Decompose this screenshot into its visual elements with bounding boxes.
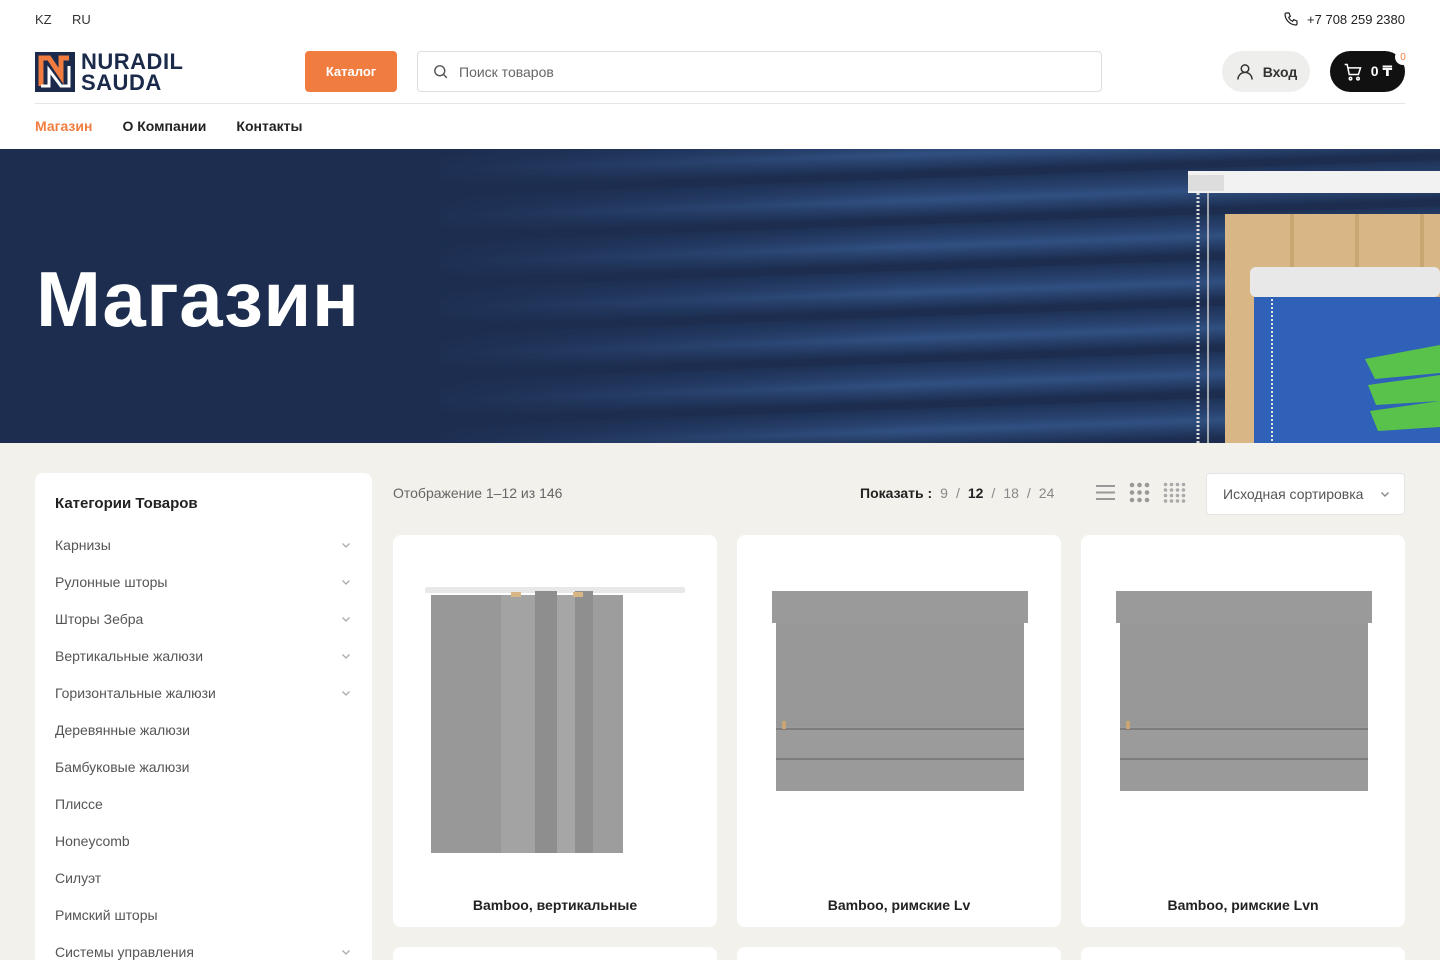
category-label: Плиссе: [55, 795, 103, 812]
category-item[interactable]: Римский шторы: [55, 896, 352, 933]
per-page-selector: Показать : 9 / 12 / 18 / 24: [860, 485, 1054, 501]
category-label: Римский шторы: [55, 906, 158, 923]
login-button[interactable]: Вход: [1222, 51, 1310, 92]
chevron-down-icon: [1381, 492, 1389, 497]
grid-3-view-icon[interactable]: [1129, 482, 1150, 503]
phone-number: +7 708 259 2380: [1307, 11, 1405, 27]
sidebar-title: Категории Товаров: [55, 495, 198, 512]
category-item[interactable]: Деревянные жалюзи: [55, 711, 352, 748]
category-label: Системы управления: [55, 943, 194, 960]
category-label: Горизонтальные жалюзи: [55, 684, 216, 701]
page-title: Магазин: [36, 255, 360, 343]
category-item[interactable]: Honeycomb: [55, 822, 352, 859]
logo-line2: SAUDA: [81, 70, 162, 95]
category-label: Силуэт: [55, 869, 102, 886]
header: NURADIL SAUDA Каталог Вход 0 ₸ 0 Магазин…: [0, 40, 1440, 149]
logo-text: NURADIL SAUDA: [81, 49, 184, 95]
lang-ru-link[interactable]: RU: [72, 12, 91, 27]
per-page-separator: /: [955, 485, 960, 501]
list-view-icon[interactable]: [1095, 482, 1116, 503]
category-label: Рулонные шторы: [55, 573, 168, 590]
product-card[interactable]: Bamboo, римские Lv: [737, 535, 1061, 927]
product-card[interactable]: [1081, 947, 1405, 960]
search-icon: [434, 65, 448, 79]
phone-icon: [1284, 12, 1298, 26]
logo[interactable]: NURADIL SAUDA: [35, 49, 184, 95]
header-divider: [35, 103, 1405, 104]
chevron-down-icon[interactable]: [340, 539, 352, 551]
product-title[interactable]: Bamboo, римские Lv: [737, 897, 1061, 913]
nav-item-shop[interactable]: Магазин: [35, 118, 92, 134]
cart-total: 0 ₸: [1370, 63, 1393, 79]
category-label: Шторы Зебра: [55, 610, 144, 627]
product-title[interactable]: Bamboo, римские Lvn: [1081, 897, 1405, 913]
logo-line1: NURADIL: [81, 49, 184, 74]
per-page-separator: /: [991, 485, 996, 501]
top-bar: KZ RU +7 708 259 2380: [0, 0, 1440, 40]
category-sidebar: Категории Товаров Карнизы Рулонные шторы Ш…: [35, 473, 372, 960]
category-item[interactable]: Карнизы: [55, 526, 352, 563]
category-item[interactable]: Бамбуковые жалюзи: [55, 748, 352, 785]
category-item[interactable]: Горизонтальные жалюзи: [55, 674, 352, 711]
category-label: Honeycomb: [55, 832, 130, 849]
category-item[interactable]: Системы управления: [55, 933, 352, 960]
phone-link[interactable]: +7 708 259 2380: [1283, 11, 1405, 27]
chevron-down-icon[interactable]: [340, 576, 352, 588]
grid-4-view-icon[interactable]: [1163, 482, 1186, 503]
chevron-down-icon[interactable]: [340, 650, 352, 662]
result-count: Отображение 1–12 из 146: [393, 485, 563, 501]
cart-button[interactable]: 0 ₸: [1330, 51, 1405, 92]
category-item[interactable]: Силуэт: [55, 859, 352, 896]
category-item[interactable]: Рулонные шторы: [55, 563, 352, 600]
product-card[interactable]: Bamboo, римские Lvn: [1081, 535, 1405, 927]
category-item[interactable]: Плиссе: [55, 785, 352, 822]
chevron-down-icon[interactable]: [340, 613, 352, 625]
nav-item-contacts[interactable]: Контакты: [236, 118, 302, 134]
category-label: Карнизы: [55, 536, 111, 553]
roman-blind-image: [1116, 591, 1372, 791]
sort-select[interactable]: Исходная сортировка: [1206, 473, 1405, 515]
chevron-down-icon[interactable]: [340, 946, 352, 958]
hero-banner: Магазин: [0, 149, 1440, 443]
lang-kz-link[interactable]: KZ: [35, 12, 52, 27]
sort-selected-value: Исходная сортировка: [1223, 486, 1364, 502]
per-page-18[interactable]: 18: [1003, 485, 1019, 501]
cart-icon: [1344, 63, 1362, 81]
cart-count-badge: 0: [1395, 49, 1411, 65]
category-item[interactable]: Вертикальные жалюзи: [55, 637, 352, 674]
product-card[interactable]: [393, 947, 717, 960]
per-page-24[interactable]: 24: [1039, 485, 1055, 501]
user-icon: [1236, 63, 1253, 80]
product-title[interactable]: Bamboo, вертикальные: [393, 897, 717, 913]
login-label: Вход: [1262, 63, 1298, 80]
per-page-12[interactable]: 12: [968, 485, 984, 501]
logo-mark-icon: [35, 52, 75, 92]
vertical-blinds-image: [425, 587, 685, 853]
category-label: Вертикальные жалюзи: [55, 647, 204, 664]
roman-blind-image: [772, 591, 1028, 791]
per-page-separator: /: [1026, 485, 1031, 501]
nav-item-about[interactable]: О Компании: [122, 118, 206, 134]
category-label: Бамбуковые жалюзи: [55, 758, 190, 775]
blinds-illustration: [1188, 171, 1440, 443]
search-input[interactable]: [459, 63, 1059, 80]
category-label: Деревянные жалюзи: [55, 721, 190, 738]
chevron-down-icon[interactable]: [340, 687, 352, 699]
category-item[interactable]: Шторы Зебра: [55, 600, 352, 637]
catalog-button[interactable]: Каталог: [305, 51, 397, 92]
category-list: Карнизы Рулонные шторы Шторы Зебра Вертикал…: [55, 526, 352, 960]
view-mode-switcher: [1095, 482, 1186, 503]
search-box[interactable]: [417, 51, 1102, 92]
per-page-9[interactable]: 9: [940, 485, 948, 501]
product-card[interactable]: Bamboo, вертикальные: [393, 535, 717, 927]
main-nav: Магазин О Компании Контакты: [35, 118, 302, 134]
per-page-label: Показать :: [860, 485, 933, 501]
product-card[interactable]: [737, 947, 1061, 960]
